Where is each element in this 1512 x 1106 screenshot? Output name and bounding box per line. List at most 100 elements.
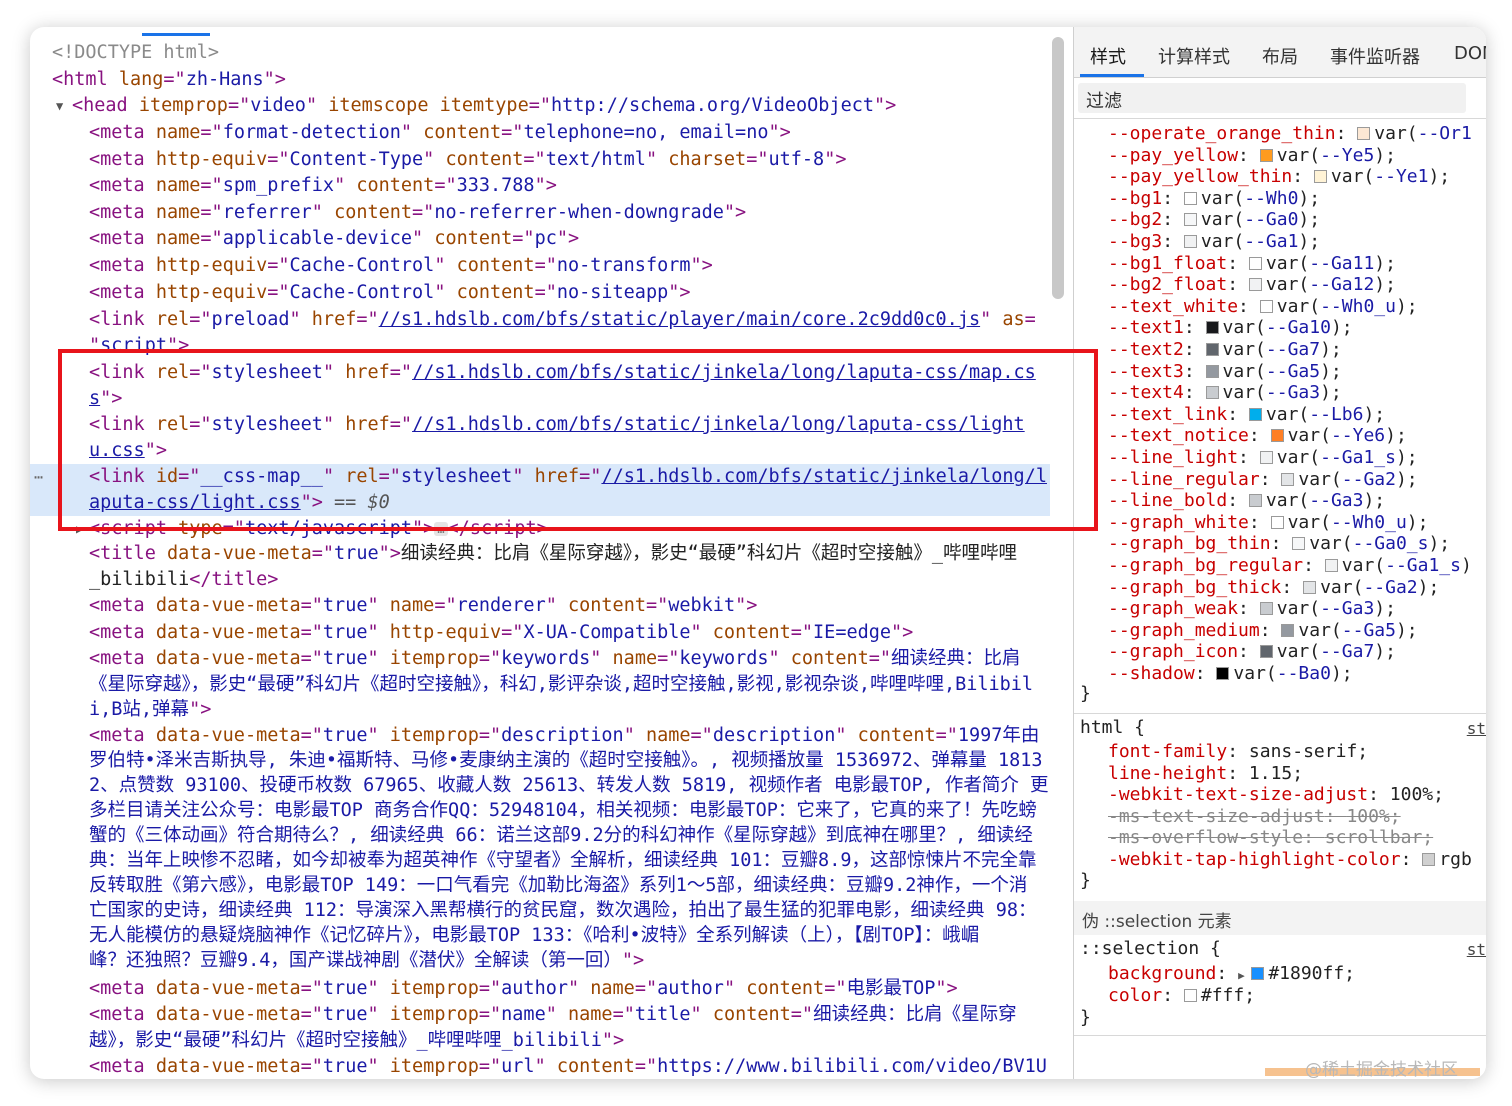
dom-node-meta-name[interactable]: <meta data-vue-meta="true" itemprop="nam… — [30, 1002, 1050, 1028]
more-options-icon[interactable]: ⋯ — [34, 464, 43, 490]
css-variable-reference[interactable]: --Ga12 — [1309, 274, 1374, 295]
css-variable-declaration[interactable]: --bg1: var(--Wh0); — [1108, 188, 1320, 210]
tab-event-listeners[interactable]: 事件监听器 — [1330, 43, 1420, 69]
tab-dom-breakpoints[interactable]: DOM — [1454, 43, 1486, 64]
tab-styles[interactable]: 样式 — [1090, 43, 1126, 69]
color-swatch[interactable] — [1248, 278, 1262, 292]
dom-node-meta-url[interactable]: <meta data-vue-meta="true" itemprop="url… — [30, 1054, 1050, 1079]
css-variable-declaration[interactable]: --text2: var(--Ga7); — [1108, 339, 1342, 361]
color-swatch[interactable] — [1357, 127, 1371, 140]
color-swatch[interactable] — [1205, 343, 1219, 356]
css-variable-reference[interactable]: --Ga1 — [1244, 231, 1298, 252]
css-property[interactable]: -webkit-text-size-adjust: 100%; — [1108, 784, 1444, 806]
dom-node-meta[interactable]: <meta name="format-detection" content="t… — [30, 120, 1050, 146]
color-swatch[interactable] — [1216, 667, 1230, 680]
css-variable-reference[interactable]: --Ba0 — [1277, 663, 1331, 684]
css-property[interactable]: -ms-overflow-style: scrollbar; — [1108, 827, 1433, 849]
color-swatch[interactable] — [1292, 537, 1306, 551]
css-variable-declaration[interactable]: --graph_bg_thin: var(--Ga0_s); — [1108, 533, 1450, 555]
css-variable-declaration[interactable]: --text1: var(--Ga10); — [1108, 317, 1353, 339]
dom-node-meta[interactable]: <meta data-vue-meta="true" name="rendere… — [30, 593, 1050, 619]
css-variable-reference[interactable]: --Wh0_u — [1320, 296, 1396, 317]
color-swatch[interactable] — [1183, 191, 1197, 205]
css-variable-declaration[interactable]: --graph_white: var(--Wh0_u); — [1108, 512, 1428, 534]
css-variable-declaration[interactable]: --bg3: var(--Ga1); — [1108, 231, 1320, 253]
html-rule-source-link[interactable]: st — [1467, 719, 1486, 738]
css-variable-declaration[interactable]: --text_white: var(--Wh0_u); — [1108, 296, 1418, 318]
expand-shorthand-icon[interactable]: ▶ — [1238, 969, 1251, 982]
css-variable-declaration[interactable]: --line_bold: var(--Ga3); — [1108, 490, 1385, 512]
color-swatch[interactable] — [1205, 364, 1219, 378]
dom-node-meta[interactable]: <meta data-vue-meta="true" http-equiv="X… — [30, 620, 1050, 646]
dom-node-meta[interactable]: <meta name="spm_prefix" content="333.788… — [30, 173, 1050, 199]
color-swatch[interactable] — [1205, 386, 1219, 400]
dom-node-html[interactable]: <html lang="zh-Hans"> — [30, 67, 1050, 93]
dom-node-meta[interactable]: <meta name="referrer" content="no-referr… — [30, 200, 1050, 226]
color-swatch[interactable] — [1259, 451, 1273, 464]
css-variable-declaration[interactable]: --bg1_float: var(--Ga11); — [1108, 253, 1396, 275]
preload-href-link[interactable]: //s1.hdslb.com/bfs/static/player/main/co… — [379, 309, 980, 330]
color-swatch[interactable] — [1422, 853, 1436, 866]
color-swatch[interactable] — [1183, 235, 1197, 248]
tab-computed[interactable]: 计算样式 — [1158, 43, 1230, 69]
color-swatch[interactable] — [1313, 170, 1327, 184]
css-variable-declaration[interactable]: --graph_medium: var(--Ga5); — [1108, 620, 1418, 642]
css-property[interactable]: line-height: 1.15; — [1108, 763, 1303, 785]
css-variable-reference[interactable]: --Ga3 — [1320, 598, 1374, 619]
color-swatch[interactable] — [1183, 213, 1197, 227]
color-swatch[interactable] — [1259, 299, 1273, 313]
selection-rule-selector[interactable]: ::selection { — [1080, 938, 1221, 960]
html-rule-selector[interactable]: html { — [1080, 717, 1145, 739]
color-swatch[interactable] — [1251, 967, 1265, 980]
css-variable-reference[interactable]: --Lb6 — [1309, 404, 1363, 425]
color-swatch[interactable] — [1259, 148, 1273, 162]
elements-scrollbar[interactable] — [1052, 37, 1064, 299]
css-variable-reference[interactable]: --Ga0_s — [1353, 533, 1429, 554]
dom-node-link-preload[interactable]: <link rel="preload" href="//s1.hdslb.com… — [30, 307, 1050, 333]
css-variable-declaration[interactable]: --pay_yellow: var(--Ye5); — [1108, 145, 1396, 167]
expand-triangle-icon[interactable]: ▼ — [56, 93, 63, 119]
css-variable-reference[interactable]: --Ga10 — [1266, 317, 1331, 338]
css-variable-declaration[interactable]: --text3: var(--Ga5); — [1108, 361, 1342, 383]
css-variable-reference[interactable]: --Ye5 — [1320, 145, 1374, 166]
dom-node-meta-description[interactable]: <meta data-vue-meta="true" itemprop="des… — [30, 723, 1050, 749]
css-variable-reference[interactable]: --Wh0 — [1244, 188, 1298, 209]
css-variable-reference[interactable]: --Ga2 — [1363, 577, 1417, 598]
css-variable-declaration[interactable]: --graph_icon: var(--Ga7); — [1108, 641, 1396, 663]
color-swatch[interactable] — [1303, 580, 1317, 594]
css-variable-declaration[interactable]: --line_light: var(--Ga1_s); — [1108, 447, 1418, 469]
tab-layout[interactable]: 布局 — [1262, 43, 1298, 69]
css-variable-declaration[interactable]: --text_notice: var(--Ye6); — [1108, 425, 1407, 447]
css-variable-declaration[interactable]: --graph_weak: var(--Ga3); — [1108, 598, 1396, 620]
color-swatch[interactable] — [1281, 623, 1295, 637]
css-property[interactable]: font-family: sans-serif; — [1108, 741, 1368, 763]
selection-color-property[interactable]: color: #fff; — [1108, 985, 1255, 1007]
color-swatch[interactable] — [1270, 515, 1284, 529]
css-property[interactable]: -ms-text-size-adjust: 100%; — [1108, 806, 1401, 828]
selection-rule-source-link[interactable]: st — [1467, 940, 1486, 959]
css-variable-declaration[interactable]: --graph_bg_thick: var(--Ga2); — [1108, 577, 1439, 599]
css-variable-reference[interactable]: --Wh0_u — [1331, 512, 1407, 533]
css-variable-declaration[interactable]: --text_link: var(--Lb6); — [1108, 404, 1385, 426]
color-swatch[interactable] — [1324, 559, 1338, 572]
css-variable-reference[interactable]: --Ga1_s — [1320, 447, 1396, 468]
color-swatch[interactable] — [1183, 989, 1197, 1002]
dom-node-doctype[interactable]: <!DOCTYPE html> — [30, 40, 1050, 66]
css-variable-declaration[interactable]: --graph_bg_regular: var(--Ga1_s) — [1108, 555, 1472, 577]
selection-background-property[interactable]: background: ▶ #1890ff; — [1108, 963, 1355, 985]
dom-node-title[interactable]: <title data-vue-meta="true">细读经典：比肩《星际穿越… — [30, 541, 1050, 567]
dom-node-meta[interactable]: <meta http-equiv="Cache-Control" content… — [30, 253, 1050, 279]
css-variable-declaration[interactable]: --text4: var(--Ga3); — [1108, 382, 1342, 404]
css-variable-reference[interactable]: --Ga3 — [1266, 382, 1320, 403]
color-swatch[interactable] — [1281, 472, 1295, 486]
css-variable-reference[interactable]: --Ye1 — [1374, 166, 1428, 187]
css-variable-reference[interactable]: --Ga11 — [1309, 253, 1374, 274]
css-variable-reference[interactable]: --Ga2 — [1342, 469, 1396, 490]
css-variable-declaration[interactable]: --bg2: var(--Ga0); — [1108, 209, 1320, 231]
css-variable-declaration[interactable]: --pay_yellow_thin: var(--Ye1); — [1108, 166, 1450, 188]
css-variable-reference[interactable]: --Ga5 — [1342, 620, 1396, 641]
color-swatch[interactable] — [1270, 429, 1284, 443]
filter-input[interactable]: 过滤 — [1078, 83, 1466, 113]
css-variable-declaration[interactable]: --bg2_float: var(--Ga12); — [1108, 274, 1396, 296]
dom-node-meta-keywords[interactable]: <meta data-vue-meta="true" itemprop="key… — [30, 646, 1050, 672]
